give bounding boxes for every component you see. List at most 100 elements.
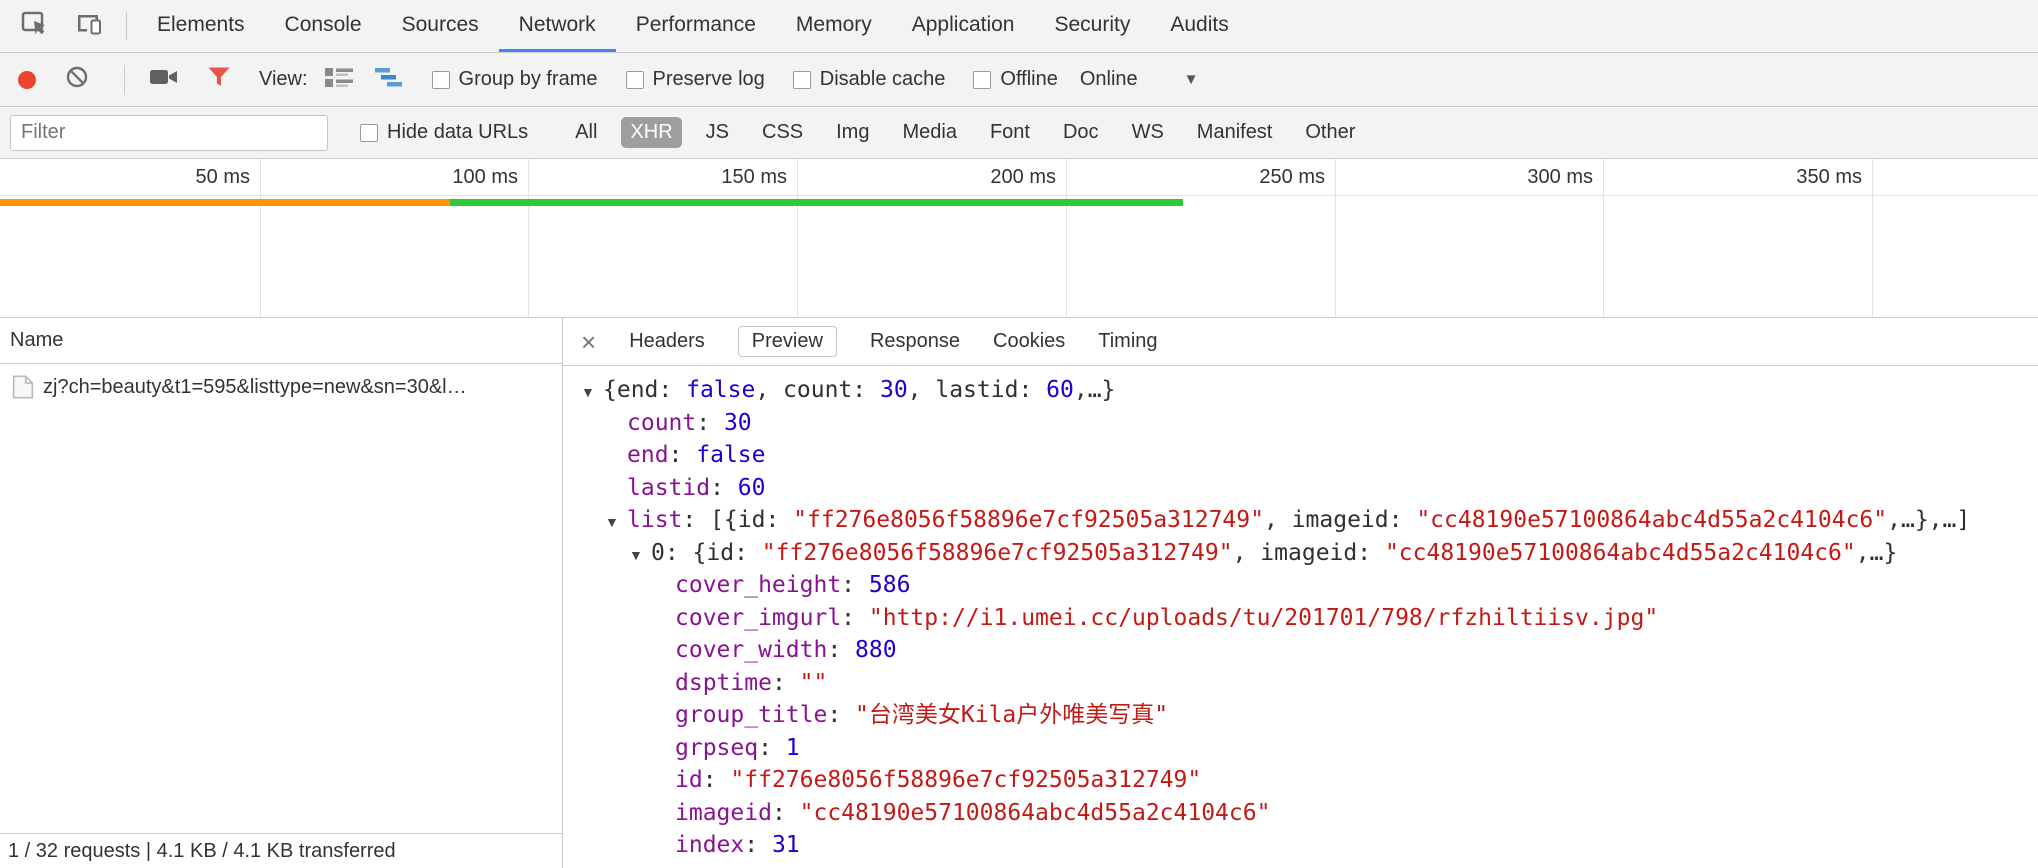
json-value-string: "cc48190e57100864abc4d55a2c4104c6": [800, 800, 1271, 826]
device-toolbar-button[interactable]: [62, 0, 116, 52]
inspect-element-button[interactable]: [8, 0, 62, 52]
offline-checkbox[interactable]: [973, 71, 991, 89]
tree-row[interactable]: group_title: "台湾美女Kila户外唯美写真": [563, 699, 2038, 732]
group-by-frame-option[interactable]: Group by frame: [432, 68, 598, 91]
filter-type-css[interactable]: CSS: [753, 117, 812, 148]
tree-row[interactable]: grpseq: 1: [563, 732, 2038, 765]
disable-cache-option[interactable]: Disable cache: [793, 68, 946, 91]
filter-type-xhr[interactable]: XHR: [621, 117, 681, 148]
json-punctuation: :: [827, 702, 855, 728]
filter-type-other[interactable]: Other: [1296, 117, 1364, 148]
filter-type-ws[interactable]: WS: [1123, 117, 1173, 148]
detail-tab-preview[interactable]: Preview: [738, 326, 837, 357]
disable-cache-checkbox[interactable]: [793, 71, 811, 89]
preserve-log-checkbox[interactable]: [626, 71, 644, 89]
tab-security[interactable]: Security: [1034, 0, 1150, 52]
json-punctuation: :: [744, 832, 772, 858]
json-tree: ▼{end: false, count: 30, lastid: 60,…}co…: [563, 366, 2038, 868]
tree-row[interactable]: ▼0: {id: "ff276e8056f58896e7cf92505a3127…: [563, 537, 2038, 570]
group-by-frame-checkbox[interactable]: [432, 71, 450, 89]
clear-button[interactable]: [64, 64, 90, 96]
expand-arrow-icon[interactable]: ▼: [605, 506, 627, 539]
json-punctuation: :: [669, 442, 697, 468]
tree-row[interactable]: cover_imgurl: "http://i1.umei.cc/uploads…: [563, 602, 2038, 635]
json-value-number: 30: [724, 410, 752, 436]
expand-arrow-icon[interactable]: ▼: [629, 539, 651, 572]
close-icon[interactable]: ×: [581, 329, 596, 355]
timeline-gridline: [1603, 159, 1604, 317]
json-value-number: 1: [786, 735, 800, 761]
timeline-label: 300 ms: [1453, 159, 1593, 195]
large-rows-toggle-button[interactable]: [324, 65, 354, 95]
screenshot-capture-button[interactable]: [149, 65, 179, 95]
filter-type-img[interactable]: Img: [827, 117, 878, 148]
timeline-label: 50 ms: [110, 159, 250, 195]
json-value-string: "ff276e8056f58896e7cf92505a312749": [762, 540, 1233, 566]
hide-data-urls-option[interactable]: Hide data URLs: [360, 121, 528, 144]
view-label: View:: [259, 68, 308, 91]
tree-row[interactable]: ▼list: [{id: "ff276e8056f58896e7cf92505a…: [563, 504, 2038, 537]
detail-tab-response[interactable]: Response: [870, 330, 960, 353]
expand-arrow-icon[interactable]: ▼: [581, 376, 603, 409]
group-by-frame-label: Group by frame: [459, 68, 598, 91]
tab-audits[interactable]: Audits: [1150, 0, 1248, 52]
chevron-down-icon: ▼: [1184, 71, 1199, 88]
detail-tab-headers[interactable]: Headers: [629, 330, 705, 353]
network-overview-timeline[interactable]: 50 ms 100 ms 150 ms 200 ms 250 ms 300 ms…: [0, 159, 2038, 318]
requests-summary-text: 1 / 32 requests | 4.1 KB / 4.1 KB transf…: [8, 840, 396, 863]
json-value-string: "": [800, 670, 828, 696]
json-key: cover_height: [675, 572, 841, 598]
json-value-string: "http://i1.umei.cc/uploads/tu/201701/798…: [869, 605, 1658, 631]
tab-performance[interactable]: Performance: [616, 0, 776, 52]
offline-option[interactable]: Offline: [973, 68, 1057, 91]
tree-row[interactable]: id: "ff276e8056f58896e7cf92505a312749": [563, 764, 2038, 797]
json-punctuation: ,…}: [1074, 377, 1116, 403]
json-punctuation: :: [841, 605, 869, 631]
tree-row[interactable]: index: 31: [563, 829, 2038, 862]
filter-type-js[interactable]: JS: [697, 117, 738, 148]
preserve-log-option[interactable]: Preserve log: [626, 68, 765, 91]
filter-type-all[interactable]: All: [566, 117, 606, 148]
filter-type-manifest[interactable]: Manifest: [1188, 117, 1282, 148]
json-punctuation: :: [696, 410, 724, 436]
tree-row[interactable]: imageid: "cc48190e57100864abc4d55a2c4104…: [563, 797, 2038, 830]
detail-tab-cookies[interactable]: Cookies: [993, 330, 1065, 353]
tree-row[interactable]: dsptime: "": [563, 667, 2038, 700]
tab-sources[interactable]: Sources: [382, 0, 499, 52]
json-value-string: "台湾美女Kila户外唯美写真": [855, 702, 1168, 728]
tab-console[interactable]: Console: [265, 0, 382, 52]
document-file-icon: [12, 375, 34, 399]
filter-type-font[interactable]: Font: [981, 117, 1039, 148]
tab-network[interactable]: Network: [499, 0, 616, 52]
preserve-log-label: Preserve log: [653, 68, 765, 91]
tree-row[interactable]: end: false: [563, 439, 2038, 472]
tree-row[interactable]: lastid: 60: [563, 472, 2038, 505]
requests-summary-bar: 1 / 32 requests | 4.1 KB / 4.1 KB transf…: [0, 833, 562, 868]
filter-type-doc[interactable]: Doc: [1054, 117, 1108, 148]
filter-type-media[interactable]: Media: [893, 117, 965, 148]
hide-data-urls-checkbox[interactable]: [360, 124, 378, 142]
tab-application[interactable]: Application: [892, 0, 1035, 52]
timeline-gridline: [1066, 159, 1067, 317]
detail-tab-timing[interactable]: Timing: [1098, 330, 1157, 353]
filter-toggle-button[interactable]: [207, 66, 231, 94]
json-key: index: [675, 832, 744, 858]
record-button[interactable]: [18, 71, 36, 89]
inspect-cursor-icon: [21, 11, 49, 42]
tree-row[interactable]: count: 30: [563, 407, 2038, 440]
throttling-dropdown[interactable]: Online ▼: [1080, 68, 1199, 91]
timeline-separator: [0, 195, 2038, 196]
tree-row[interactable]: cover_height: 586: [563, 569, 2038, 602]
detail-tabbar: × Headers Preview Response Cookies Timin…: [563, 318, 2038, 366]
overview-toggle-button[interactable]: [374, 65, 404, 95]
request-row[interactable]: zj?ch=beauty&t1=595&listtype=new&sn=30&l…: [0, 364, 562, 410]
filter-input[interactable]: [10, 115, 328, 151]
tree-row[interactable]: ▼{end: false, count: 30, lastid: 60,…}: [563, 374, 2038, 407]
tree-row[interactable]: cover_width: 880: [563, 634, 2038, 667]
devtools-tabbar: Elements Console Sources Network Perform…: [0, 0, 2038, 53]
tab-elements[interactable]: Elements: [137, 0, 265, 52]
waterfall-icon: [374, 65, 404, 95]
tab-memory[interactable]: Memory: [776, 0, 892, 52]
hide-data-urls-label: Hide data URLs: [387, 121, 528, 144]
name-column-header[interactable]: Name: [0, 318, 562, 364]
